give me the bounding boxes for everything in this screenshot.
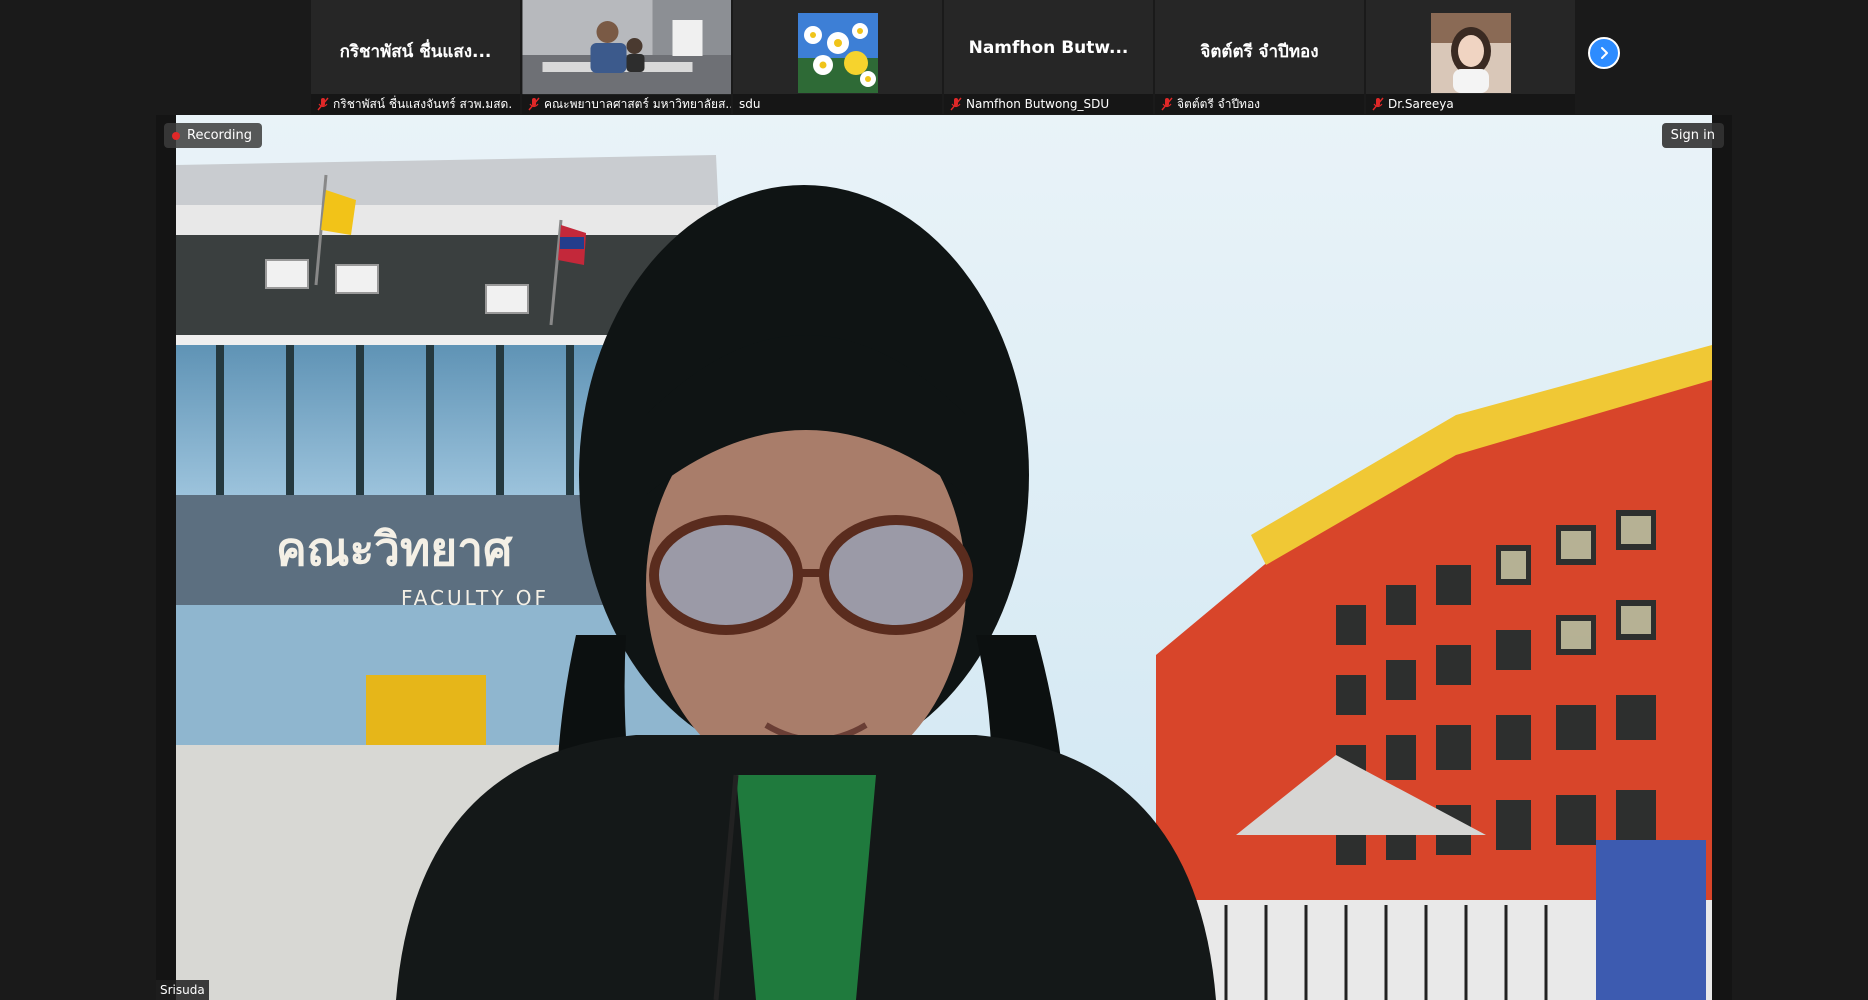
participant-tile[interactable]: Dr.Sareeya	[1366, 0, 1575, 114]
participant-name: กริชาพัสน์ ชื่นแสงจันทร์ สวพ.มสด.	[333, 97, 513, 111]
participant-tile[interactable]: จิตต์ตรี จำปีทอง จิตต์ตรี จำปีทอง	[1155, 0, 1364, 114]
participant-video	[522, 0, 731, 95]
participant-label: Dr.Sareeya	[1366, 94, 1575, 114]
record-dot-icon	[172, 131, 180, 140]
mic-muted-icon	[528, 97, 540, 111]
sign-in-button[interactable]: Sign in	[1661, 123, 1724, 148]
recording-indicator: Recording	[164, 123, 263, 148]
participant-name: Namfhon Butwong_SDU	[966, 97, 1110, 111]
speaker-video-scene: คณะวิทยาศ FACULTY OF	[156, 115, 1732, 1000]
participant-name: Dr.Sareeya	[1388, 97, 1454, 111]
participant-label: sdu	[733, 94, 942, 114]
building-sign-english: FACULTY OF	[401, 586, 549, 610]
participant-tile[interactable]: คณะพยาบาลศาสตร์ มหาวิทยาลัยส...	[522, 0, 731, 114]
participant-tile[interactable]: Namfhon Butw... Namfhon Butwong_SDU	[944, 0, 1153, 114]
participant-name: sdu	[739, 97, 761, 111]
participant-avatar	[797, 13, 878, 93]
chevron-right-icon	[1601, 47, 1608, 59]
mic-muted-icon	[1161, 97, 1173, 111]
mic-muted-icon	[1372, 97, 1384, 111]
participant-name: คณะพยาบาลศาสตร์ มหาวิทยาลัยส...	[544, 97, 731, 111]
participant-tile[interactable]: sdu	[733, 0, 942, 114]
mic-muted-icon	[317, 97, 329, 111]
building-sign-thai: คณะวิทยาศ	[276, 522, 513, 576]
participant-label: Namfhon Butwong_SDU	[944, 94, 1153, 114]
participant-label: คณะพยาบาลศาสตร์ มหาวิทยาลัยส...	[522, 94, 731, 114]
participant-display-name: Namfhon Butw...	[968, 38, 1129, 58]
participant-tile[interactable]: กริชาพัสน์ ชื่นแสง... กริชาพัสน์ ชื่นแสง…	[311, 0, 520, 114]
participant-label: กริชาพัสน์ ชื่นแสงจันทร์ สวพ.มสด.	[311, 94, 520, 114]
main-speaker-video: คณะวิทยาศ FACULTY OF Recording Sign in S…	[156, 115, 1732, 1000]
recording-label: Recording	[187, 128, 253, 143]
mic-muted-icon	[950, 97, 962, 111]
active-speaker-name: Srisuda	[156, 980, 209, 1000]
participant-label: จิตต์ตรี จำปีทอง	[1155, 94, 1364, 114]
participant-name: จิตต์ตรี จำปีทอง	[1177, 97, 1261, 111]
participant-display-name: จิตต์ตรี จำปีทอง	[1200, 42, 1319, 62]
next-page-button[interactable]	[1588, 37, 1620, 69]
participant-display-name: กริชาพัสน์ ชื่นแสง...	[339, 42, 492, 62]
participant-strip: กริชาพัสน์ ชื่นแสง... กริชาพัสน์ ชื่นแสง…	[311, 0, 1575, 114]
participant-avatar	[1430, 13, 1511, 93]
